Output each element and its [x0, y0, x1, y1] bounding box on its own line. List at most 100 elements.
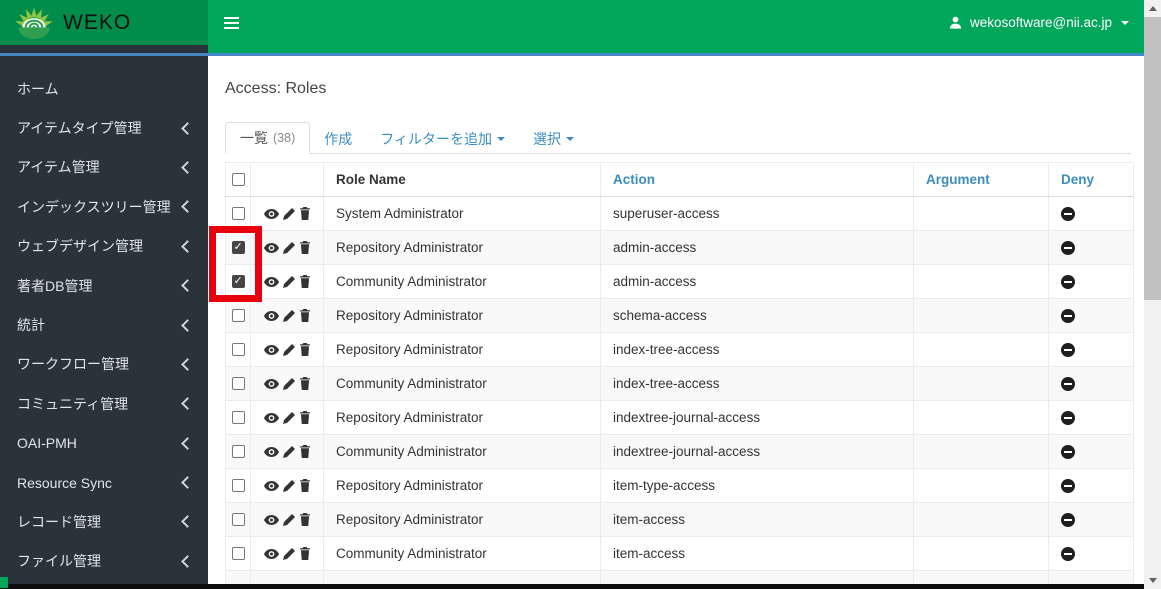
row-checkbox[interactable] — [231, 547, 245, 560]
tab[interactable]: 選択 — [519, 124, 588, 154]
argument-cell — [913, 400, 1049, 435]
trash-icon[interactable] — [299, 207, 311, 220]
weko-logo-icon — [14, 6, 54, 39]
minus-circle-icon — [1061, 547, 1075, 562]
eye-icon[interactable] — [263, 242, 279, 254]
pencil-icon[interactable] — [282, 275, 295, 288]
pencil-icon[interactable] — [282, 309, 295, 322]
column-header-action[interactable]: Action — [600, 162, 914, 197]
select-all-checkbox[interactable] — [231, 173, 245, 186]
role-name-cell: Community Administrator — [323, 366, 601, 401]
sidebar-item[interactable]: 著者DB管理 — [0, 266, 208, 305]
pencil-icon[interactable] — [282, 377, 295, 390]
sidebar-item[interactable]: ウェブデザイン管理 — [0, 227, 208, 266]
sidebar-menu: ホーム アイテムタイプ管理 アイテム管理 インデックスツリー管理 ウェブデザイン… — [0, 69, 208, 581]
pencil-icon[interactable] — [282, 241, 295, 254]
eye-icon[interactable] — [263, 446, 279, 458]
chevron-left-icon — [181, 555, 194, 568]
chevron-left-icon — [181, 358, 194, 371]
sidebar-item[interactable]: 統計 — [0, 305, 208, 344]
eye-icon[interactable] — [263, 208, 279, 220]
pencil-icon[interactable] — [282, 513, 295, 526]
eye-icon[interactable] — [263, 412, 279, 424]
eye-icon[interactable] — [263, 378, 279, 390]
tab[interactable]: フィルターを追加 — [366, 124, 519, 154]
trash-icon[interactable] — [299, 275, 311, 288]
eye-icon[interactable] — [263, 514, 279, 526]
row-checkbox[interactable] — [231, 377, 245, 390]
action-cell: indextree-journal-access — [600, 434, 914, 469]
row-checkbox[interactable] — [231, 513, 245, 526]
pencil-icon[interactable] — [282, 343, 295, 356]
caret-down-icon — [1121, 20, 1129, 25]
hamburger-menu-icon[interactable] — [208, 0, 254, 45]
sidebar-item[interactable]: アイテムタイプ管理 — [0, 108, 208, 147]
trash-icon[interactable] — [299, 377, 311, 390]
table-header-row: Role Name Action Argument Deny — [225, 162, 1134, 197]
sidebar-item[interactable]: レコード管理 — [0, 502, 208, 541]
role-name-cell: Community Administrator — [323, 536, 601, 571]
sidebar-item-label: インデックスツリー管理 — [17, 198, 171, 215]
chevron-left-icon — [181, 318, 194, 332]
tab[interactable]: 一覧 (38) — [225, 122, 311, 154]
sidebar: ホーム アイテムタイプ管理 アイテム管理 インデックスツリー管理 ウェブデザイン… — [0, 56, 208, 589]
pencil-icon[interactable] — [282, 207, 295, 220]
row-checkbox[interactable] — [231, 275, 245, 288]
trash-icon[interactable] — [299, 513, 311, 526]
eye-icon[interactable] — [263, 548, 279, 560]
action-cell: item-access — [600, 502, 914, 537]
row-checkbox[interactable] — [231, 241, 245, 254]
action-cell: index-tree-access — [600, 366, 914, 401]
row-checkbox[interactable] — [231, 411, 245, 424]
pencil-icon[interactable] — [282, 479, 295, 492]
column-header-argument[interactable]: Argument — [913, 162, 1049, 197]
row-checkbox[interactable] — [231, 479, 245, 492]
scroll-down-button[interactable] — [1144, 572, 1161, 589]
sidebar-item[interactable]: OAI-PMH — [0, 424, 208, 463]
pencil-icon[interactable] — [282, 411, 295, 424]
row-checkbox[interactable] — [231, 207, 245, 220]
user-menu[interactable]: wekosoftware@nii.ac.jp — [948, 15, 1129, 30]
minus-circle-icon — [1061, 513, 1075, 528]
pencil-icon[interactable] — [282, 547, 295, 560]
sidebar-item[interactable]: インデックスツリー管理 — [0, 187, 208, 226]
sidebar-item[interactable]: コミュニティ管理 — [0, 384, 208, 423]
tab-bar: 一覧 (38) 作成 フィルターを追加 選択 — [225, 122, 1131, 154]
sidebar-item-label: OAI-PMH — [17, 435, 77, 452]
sidebar-item[interactable]: ワークフロー管理 — [0, 345, 208, 384]
trash-icon[interactable] — [299, 479, 311, 492]
role-name-cell: Community Administrator — [323, 264, 601, 299]
trash-icon[interactable] — [299, 411, 311, 424]
vertical-scrollbar[interactable] — [1144, 0, 1161, 589]
trash-icon[interactable] — [299, 547, 311, 560]
trash-icon[interactable] — [299, 241, 311, 254]
argument-cell — [913, 468, 1049, 503]
trash-icon[interactable] — [299, 343, 311, 356]
pencil-icon[interactable] — [282, 445, 295, 458]
row-checkbox[interactable] — [231, 309, 245, 322]
row-checkbox[interactable] — [231, 445, 245, 458]
eye-icon[interactable] — [263, 344, 279, 356]
table-row: Repository Administrator admin-access — [225, 230, 1134, 265]
table-row: Community Administrator indextree-journa… — [225, 434, 1134, 469]
tab[interactable]: 作成 — [310, 124, 366, 154]
sidebar-item[interactable]: Resource Sync — [0, 463, 208, 502]
sidebar-item-label: ホーム — [17, 80, 59, 97]
column-header-deny[interactable]: Deny — [1048, 162, 1134, 197]
sidebar-item[interactable]: アイテム管理 — [0, 148, 208, 187]
eye-icon[interactable] — [263, 480, 279, 492]
trash-icon[interactable] — [299, 445, 311, 458]
sidebar-item[interactable]: ホーム — [0, 69, 208, 108]
sidebar-item-label: ウェブデザイン管理 — [17, 238, 143, 255]
eye-icon[interactable] — [263, 310, 279, 322]
trash-icon[interactable] — [299, 309, 311, 322]
eye-icon[interactable] — [263, 276, 279, 288]
navbar: wekosoftware@nii.ac.jp — [208, 0, 1144, 53]
row-checkbox[interactable] — [231, 343, 245, 356]
sidebar-item[interactable]: ファイル管理 — [0, 542, 208, 581]
table-row: Repository Administrator item-access — [225, 502, 1134, 537]
scroll-up-button[interactable] — [1144, 0, 1161, 17]
row-actions — [252, 513, 323, 526]
app-logo[interactable]: WEKO — [0, 0, 208, 53]
scrollbar-thumb[interactable] — [1144, 17, 1161, 300]
